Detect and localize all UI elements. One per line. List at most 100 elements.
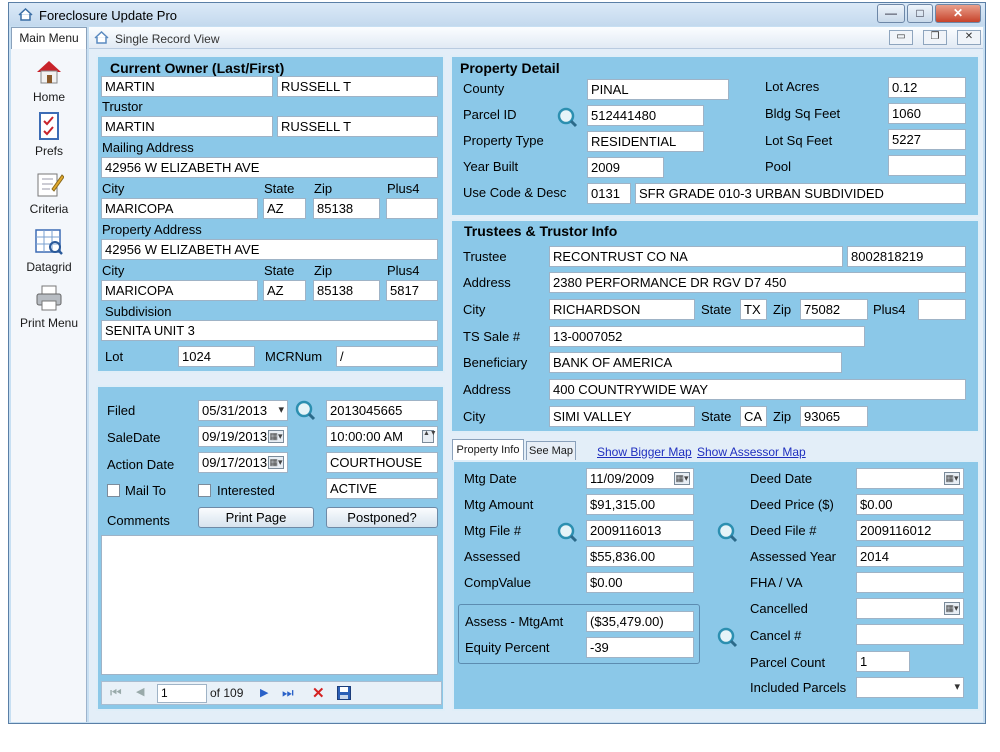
inner-minimize-button[interactable]: ▭ [889,30,913,45]
parcel-count-field[interactable]: 1 [856,651,910,672]
comp-value-field[interactable]: $0.00 [586,572,694,593]
print-page-button[interactable]: Print Page [198,507,314,528]
mcrnum-field[interactable]: / [336,346,438,367]
trustee-address-field[interactable]: 2380 PERFORMANCE DR RGV D7 450 [549,272,966,293]
mail-to-checkbox[interactable] [107,484,120,497]
saletime-field[interactable]: 10:00:00 AM ▲▼ [326,426,438,447]
cancelled-calendar-icon[interactable]: ▦▾ [944,602,960,615]
mtg-date-field[interactable]: 11/09/2009 ▦▾ [586,468,694,489]
assess-minus-mtg-field[interactable]: ($35,479.00) [586,611,694,632]
mail-zip-field[interactable]: 85138 [313,198,380,219]
record-position-field[interactable]: 1 [157,684,207,703]
lot-acres-field[interactable]: 0.12 [888,77,966,98]
cancel-number-field[interactable] [856,624,964,645]
mtg-file-field[interactable]: 2009116013 [586,520,694,541]
deed-file-field[interactable]: 2009116012 [856,520,964,541]
lot-sqft-field[interactable]: 5227 [888,129,966,150]
status-field[interactable]: ACTIVE [326,478,438,499]
interested-checkbox[interactable] [198,484,211,497]
assessed-field[interactable]: $55,836.00 [586,546,694,567]
subdivision-field[interactable]: SENITA UNIT 3 [101,320,438,341]
equity-percent-field[interactable]: -39 [586,637,694,658]
fha-va-field[interactable] [856,572,964,593]
nav-item-print-menu[interactable]: Print Menu [11,283,87,330]
first-record-icon[interactable]: ⏮ [110,685,122,701]
county-field[interactable]: PINAL [587,79,729,100]
action-date-calendar-icon[interactable]: ▦▾ [268,456,284,469]
beneficiary-zip-field[interactable]: 93065 [800,406,868,427]
owner-last-field[interactable]: MARTIN [101,76,273,97]
trustee-city-field[interactable]: RICHARDSON [549,299,695,320]
beneficiary-field[interactable]: BANK OF AMERICA [549,352,842,373]
beneficiary-address-field[interactable]: 400 COUNTRYWIDE WAY [549,379,966,400]
trustee-field[interactable]: RECONTRUST CO NA [549,246,843,267]
trustor-first-field[interactable]: RUSSELL T [277,116,438,137]
lot-field[interactable]: 1024 [178,346,255,367]
nav-item-home[interactable]: Home [11,57,87,104]
trustor-last-field[interactable]: MARTIN [101,116,273,137]
inner-close-button[interactable]: ✕ [957,30,981,45]
show-assessor-map-link[interactable]: Show Assessor Map [697,445,806,459]
parcel-id-field[interactable]: 512441480 [587,105,704,126]
deed-date-field[interactable]: ▦▾ [856,468,964,489]
close-button[interactable]: ✕ [935,4,981,23]
prop-zip-field[interactable]: 85138 [313,280,380,301]
last-record-icon[interactable]: ⏭ [282,685,294,701]
comments-textarea[interactable] [101,535,438,675]
trustee-phone-field[interactable]: 8002818219 [847,246,966,267]
tab-property-info[interactable]: Property Info [452,439,524,461]
mail-state-field[interactable]: AZ [263,198,306,219]
beneficiary-city-field[interactable]: SIMI VALLEY [549,406,695,427]
ts-sale-field[interactable]: 13-0007052 [549,326,865,347]
filed-lookup-magnifier-icon[interactable] [294,399,316,421]
inner-restore-button[interactable]: ❐ [923,30,947,45]
nav-item-prefs[interactable]: Prefs [11,111,87,158]
saledate-field[interactable]: 09/19/2013 ▦▾ [198,426,288,447]
cancel-lookup-magnifier-icon[interactable] [716,626,738,648]
nav-item-datagrid[interactable]: Datagrid [11,227,87,274]
cancelled-field[interactable]: ▦▾ [856,598,964,619]
delete-record-icon[interactable]: ✕ [312,684,325,702]
mail-plus4-field[interactable] [386,198,438,219]
bldg-sqft-field[interactable]: 1060 [888,103,966,124]
deed-file-lookup-magnifier-icon[interactable] [716,521,738,543]
deed-price-field[interactable]: $0.00 [856,494,964,515]
property-type-field[interactable]: RESIDENTIAL [587,131,704,152]
prop-plus4-field[interactable]: 5817 [386,280,438,301]
prop-city-field[interactable]: MARICOPA [101,280,258,301]
mtg-date-calendar-icon[interactable]: ▦▾ [674,472,690,485]
minimize-button[interactable]: — [877,4,905,23]
saletime-spinner-icon[interactable]: ▲▼ [422,430,437,443]
mtg-file-lookup-magnifier-icon[interactable] [556,521,578,543]
sale-location-field[interactable]: COURTHOUSE [326,452,438,473]
action-date-field[interactable]: 09/17/2013 ▦▾ [198,452,288,473]
save-record-icon[interactable] [337,686,351,700]
tab-main-menu[interactable]: Main Menu [11,27,87,49]
included-parcels-dropdown[interactable] [856,677,964,698]
filed-date-dropdown[interactable]: 05/31/2013 [198,400,288,421]
trustee-state-field[interactable]: TX [740,299,767,320]
year-built-field[interactable]: 2009 [587,157,664,178]
deed-date-calendar-icon[interactable]: ▦▾ [944,472,960,485]
assessed-year-field[interactable]: 2014 [856,546,964,567]
beneficiary-state-field[interactable]: CA [740,406,767,427]
property-address-field[interactable]: 42956 W ELIZABETH AVE [101,239,438,260]
owner-first-field[interactable]: RUSSELL T [277,76,438,97]
mtg-amount-field[interactable]: $91,315.00 [586,494,694,515]
mail-city-field[interactable]: MARICOPA [101,198,258,219]
tab-see-map[interactable]: See Map [526,441,576,461]
trustee-plus4-field[interactable] [918,299,966,320]
filed-doc-number-field[interactable]: 2013045665 [326,400,438,421]
prop-state-field[interactable]: AZ [263,280,306,301]
nav-item-criteria[interactable]: Criteria [11,169,87,216]
mailing-address-field[interactable]: 42956 W ELIZABETH AVE [101,157,438,178]
postponed-button[interactable]: Postponed? [326,507,438,528]
trustee-zip-field[interactable]: 75082 [800,299,868,320]
next-record-icon[interactable]: ▶ [260,686,268,699]
use-description-field[interactable]: SFR GRADE 010-3 URBAN SUBDIVIDED [635,183,966,204]
maximize-button[interactable]: □ [907,4,933,23]
prev-record-icon[interactable]: ◀ [136,685,144,698]
show-bigger-map-link[interactable]: Show Bigger Map [597,445,692,459]
pool-field[interactable] [888,155,966,176]
saledate-calendar-icon[interactable]: ▦▾ [268,430,284,443]
